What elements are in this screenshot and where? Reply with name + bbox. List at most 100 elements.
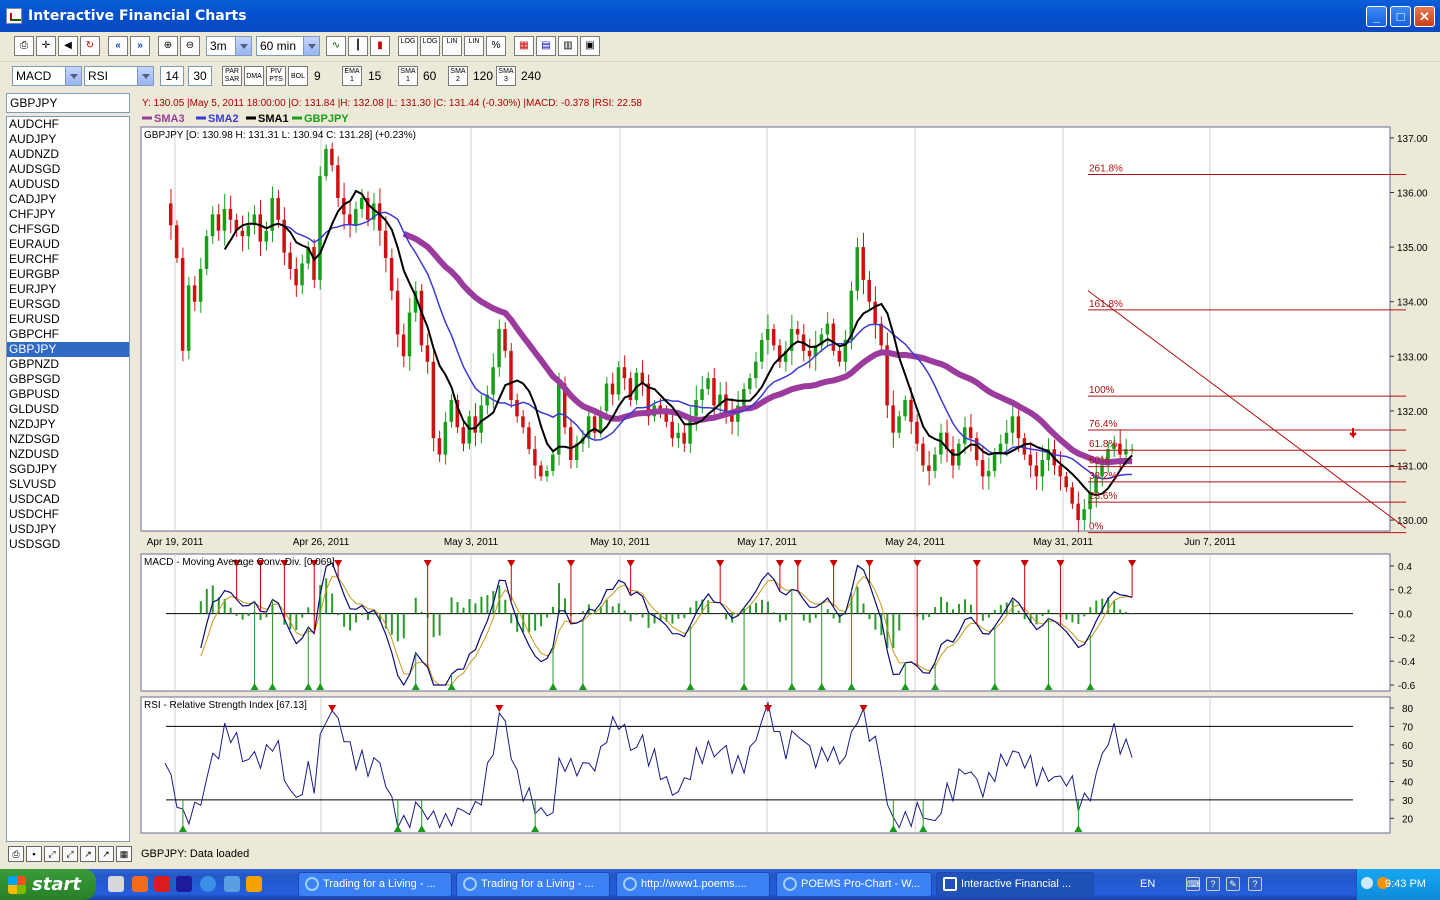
sma2-button[interactable]: SMA 2	[448, 66, 468, 86]
save-icon[interactable]: ▪	[26, 846, 42, 862]
refresh-icon[interactable]: ↻	[80, 36, 100, 56]
symbol-item-chfsgd[interactable]: CHFSGD	[7, 222, 129, 237]
crosshair-icon[interactable]: ✛	[36, 36, 56, 56]
symbol-item-gbpnzd[interactable]: GBPNZD	[7, 357, 129, 372]
scroll-right-icon[interactable]: »	[130, 36, 150, 56]
screen-icon[interactable]: ▣	[580, 36, 600, 56]
symbol-item-euraud[interactable]: EURAUD	[7, 237, 129, 252]
symbol-item-eurusd[interactable]: EURUSD	[7, 312, 129, 327]
keyboard-icon[interactable]: ⌨	[1186, 877, 1200, 891]
ema-value[interactable]: 15	[368, 66, 381, 86]
symbol-item-gldusd[interactable]: GLDUSD	[7, 402, 129, 417]
symbol-item-sgdjpy[interactable]: SGDJPY	[7, 462, 129, 477]
symbol-item-nzdsgd[interactable]: NZDSGD	[7, 432, 129, 447]
piv-pts-button[interactable]: PIV PTS	[266, 66, 286, 86]
macd-fast-input[interactable]: 14	[160, 66, 184, 86]
log-alt-button[interactable]: LOG	[420, 36, 440, 56]
minimize-button[interactable]: _	[1366, 6, 1387, 27]
symbol-item-audchf[interactable]: AUDCHF	[7, 117, 129, 132]
print-icon[interactable]: ⎙	[8, 846, 24, 862]
task-poems-prochart[interactable]: POEMS Pro-Chart - W...	[776, 872, 932, 897]
blogger-icon[interactable]	[132, 876, 148, 892]
lin-alt-button[interactable]: LIN	[464, 36, 484, 56]
red-app-icon[interactable]	[154, 876, 170, 892]
grid-icon[interactable]: ▤	[536, 36, 556, 56]
sma3-button[interactable]: SMA 3	[496, 66, 516, 86]
clock[interactable]: 9:43 PM	[1385, 869, 1426, 900]
tray-arrow-icon[interactable]	[1361, 877, 1373, 889]
chart-area[interactable]: Y: 130.05 |May 5, 2011 18:00:00 |O: 131.…	[138, 93, 1434, 843]
line-chart-icon[interactable]: ∿	[326, 36, 346, 56]
symbol-item-audnzd[interactable]: AUDNZD	[7, 147, 129, 162]
close-button[interactable]: ✕	[1414, 6, 1435, 27]
symbol-item-audsgd[interactable]: AUDSGD	[7, 162, 129, 177]
sma1-button[interactable]: SMA 1	[398, 66, 418, 86]
symbol-item-usdjpy[interactable]: USDJPY	[7, 522, 129, 537]
dma-button[interactable]: DMA	[244, 66, 264, 86]
symbol-item-eurgbp[interactable]: EURGBP	[7, 267, 129, 282]
percent-button[interactable]: %	[486, 36, 506, 56]
symbol-item-gbpchf[interactable]: GBPCHF	[7, 327, 129, 342]
symbol-item-gbpsgd[interactable]: GBPSGD	[7, 372, 129, 387]
print-icon[interactable]: ⎙	[14, 36, 34, 56]
arrow-icon[interactable]: ↗	[80, 846, 96, 862]
interval-select[interactable]: 60 min	[256, 36, 320, 56]
task-interactive-financial[interactable]: Interactive Financial ...	[936, 872, 1094, 897]
desktop-icon[interactable]	[108, 876, 124, 892]
tool-icon[interactable]: ✎	[1226, 877, 1240, 891]
symbol-item-cadjpy[interactable]: CADJPY	[7, 192, 129, 207]
task-trading-1[interactable]: Trading for a Living - ...	[298, 872, 452, 897]
lin-button[interactable]: LIN	[442, 36, 462, 56]
symbol-item-nzdusd[interactable]: NZDUSD	[7, 447, 129, 462]
maximize-button[interactable]: □	[1390, 6, 1411, 27]
symbol-item-eurjpy[interactable]: EURJPY	[7, 282, 129, 297]
log-button[interactable]: LOG	[398, 36, 418, 56]
candle-chart-icon[interactable]: ▮	[370, 36, 390, 56]
task-trading-2[interactable]: Trading for a Living - ...	[456, 872, 610, 897]
symbol-item-usdcad[interactable]: USDCAD	[7, 492, 129, 507]
p-app-icon[interactable]	[176, 876, 192, 892]
grid-icon[interactable]: ▦	[116, 846, 132, 862]
language-indicator[interactable]: EN	[1140, 878, 1155, 890]
symbol-item-audjpy[interactable]: AUDJPY	[7, 132, 129, 147]
sma1-value[interactable]: 60	[423, 66, 436, 86]
start-button[interactable]: start	[0, 869, 96, 900]
bol-button[interactable]: BOL	[288, 66, 308, 86]
symbol-item-audusd[interactable]: AUDUSD	[7, 177, 129, 192]
symbol-list[interactable]: AUDCHF AUDJPY AUDNZD AUDSGD AUDUSD CADJPY CHFJ…	[6, 116, 130, 842]
symbol-item-nzdjpy[interactable]: NZDJPY	[7, 417, 129, 432]
symbol-item-chfjpy[interactable]: CHFJPY	[7, 207, 129, 222]
indicator1-select[interactable]: MACD	[12, 66, 82, 86]
macd-slow-input[interactable]: 30	[188, 66, 212, 86]
task-poems-url[interactable]: http://www1.poems....	[616, 872, 770, 897]
help-alt-icon[interactable]: ?	[1248, 877, 1262, 891]
symbol-item-slvusd[interactable]: SLVUSD	[7, 477, 129, 492]
chart-svg[interactable]: Y: 130.05 |May 5, 2011 18:00:00 |O: 131.…	[138, 93, 1434, 843]
bol-value[interactable]: 9	[314, 66, 321, 86]
arrow-icon[interactable]: ↗	[98, 846, 114, 862]
sma3-value[interactable]: 240	[521, 66, 541, 86]
ema-button[interactable]: EMA 1	[342, 66, 362, 86]
expand-icon[interactable]: ⤢	[44, 846, 60, 862]
ie-alt-icon[interactable]	[224, 876, 240, 892]
symbol-item-usdchf[interactable]: USDCHF	[7, 507, 129, 522]
symbol-item-usdsgd[interactable]: USDSGD	[7, 537, 129, 552]
symbol-item-eurchf[interactable]: EURCHF	[7, 252, 129, 267]
document-icon[interactable]: ▥	[558, 36, 578, 56]
bar-chart-icon[interactable]: ┃	[348, 36, 368, 56]
symbol-item-eursgd[interactable]: EURSGD	[7, 297, 129, 312]
symbol-item-gbpjpy[interactable]: GBPJPY	[7, 342, 129, 357]
chart-icon[interactable]: ▦	[514, 36, 534, 56]
indicator2-select[interactable]: RSI	[84, 66, 154, 86]
speaker-icon[interactable]: ◀	[58, 36, 78, 56]
o-app-icon[interactable]	[246, 876, 262, 892]
zoom-in-icon[interactable]: ⊕	[158, 36, 178, 56]
expand-icon[interactable]: ⤢	[62, 846, 78, 862]
par-sar-button[interactable]: PAR SAR	[222, 66, 242, 86]
sma2-value[interactable]: 120	[473, 66, 493, 86]
ie-icon[interactable]	[200, 876, 216, 892]
scroll-left-icon[interactable]: «	[108, 36, 128, 56]
zoom-out-icon[interactable]: ⊖	[180, 36, 200, 56]
period-select[interactable]: 3m	[206, 36, 252, 56]
symbol-input[interactable]: GBPJPY	[6, 93, 130, 113]
